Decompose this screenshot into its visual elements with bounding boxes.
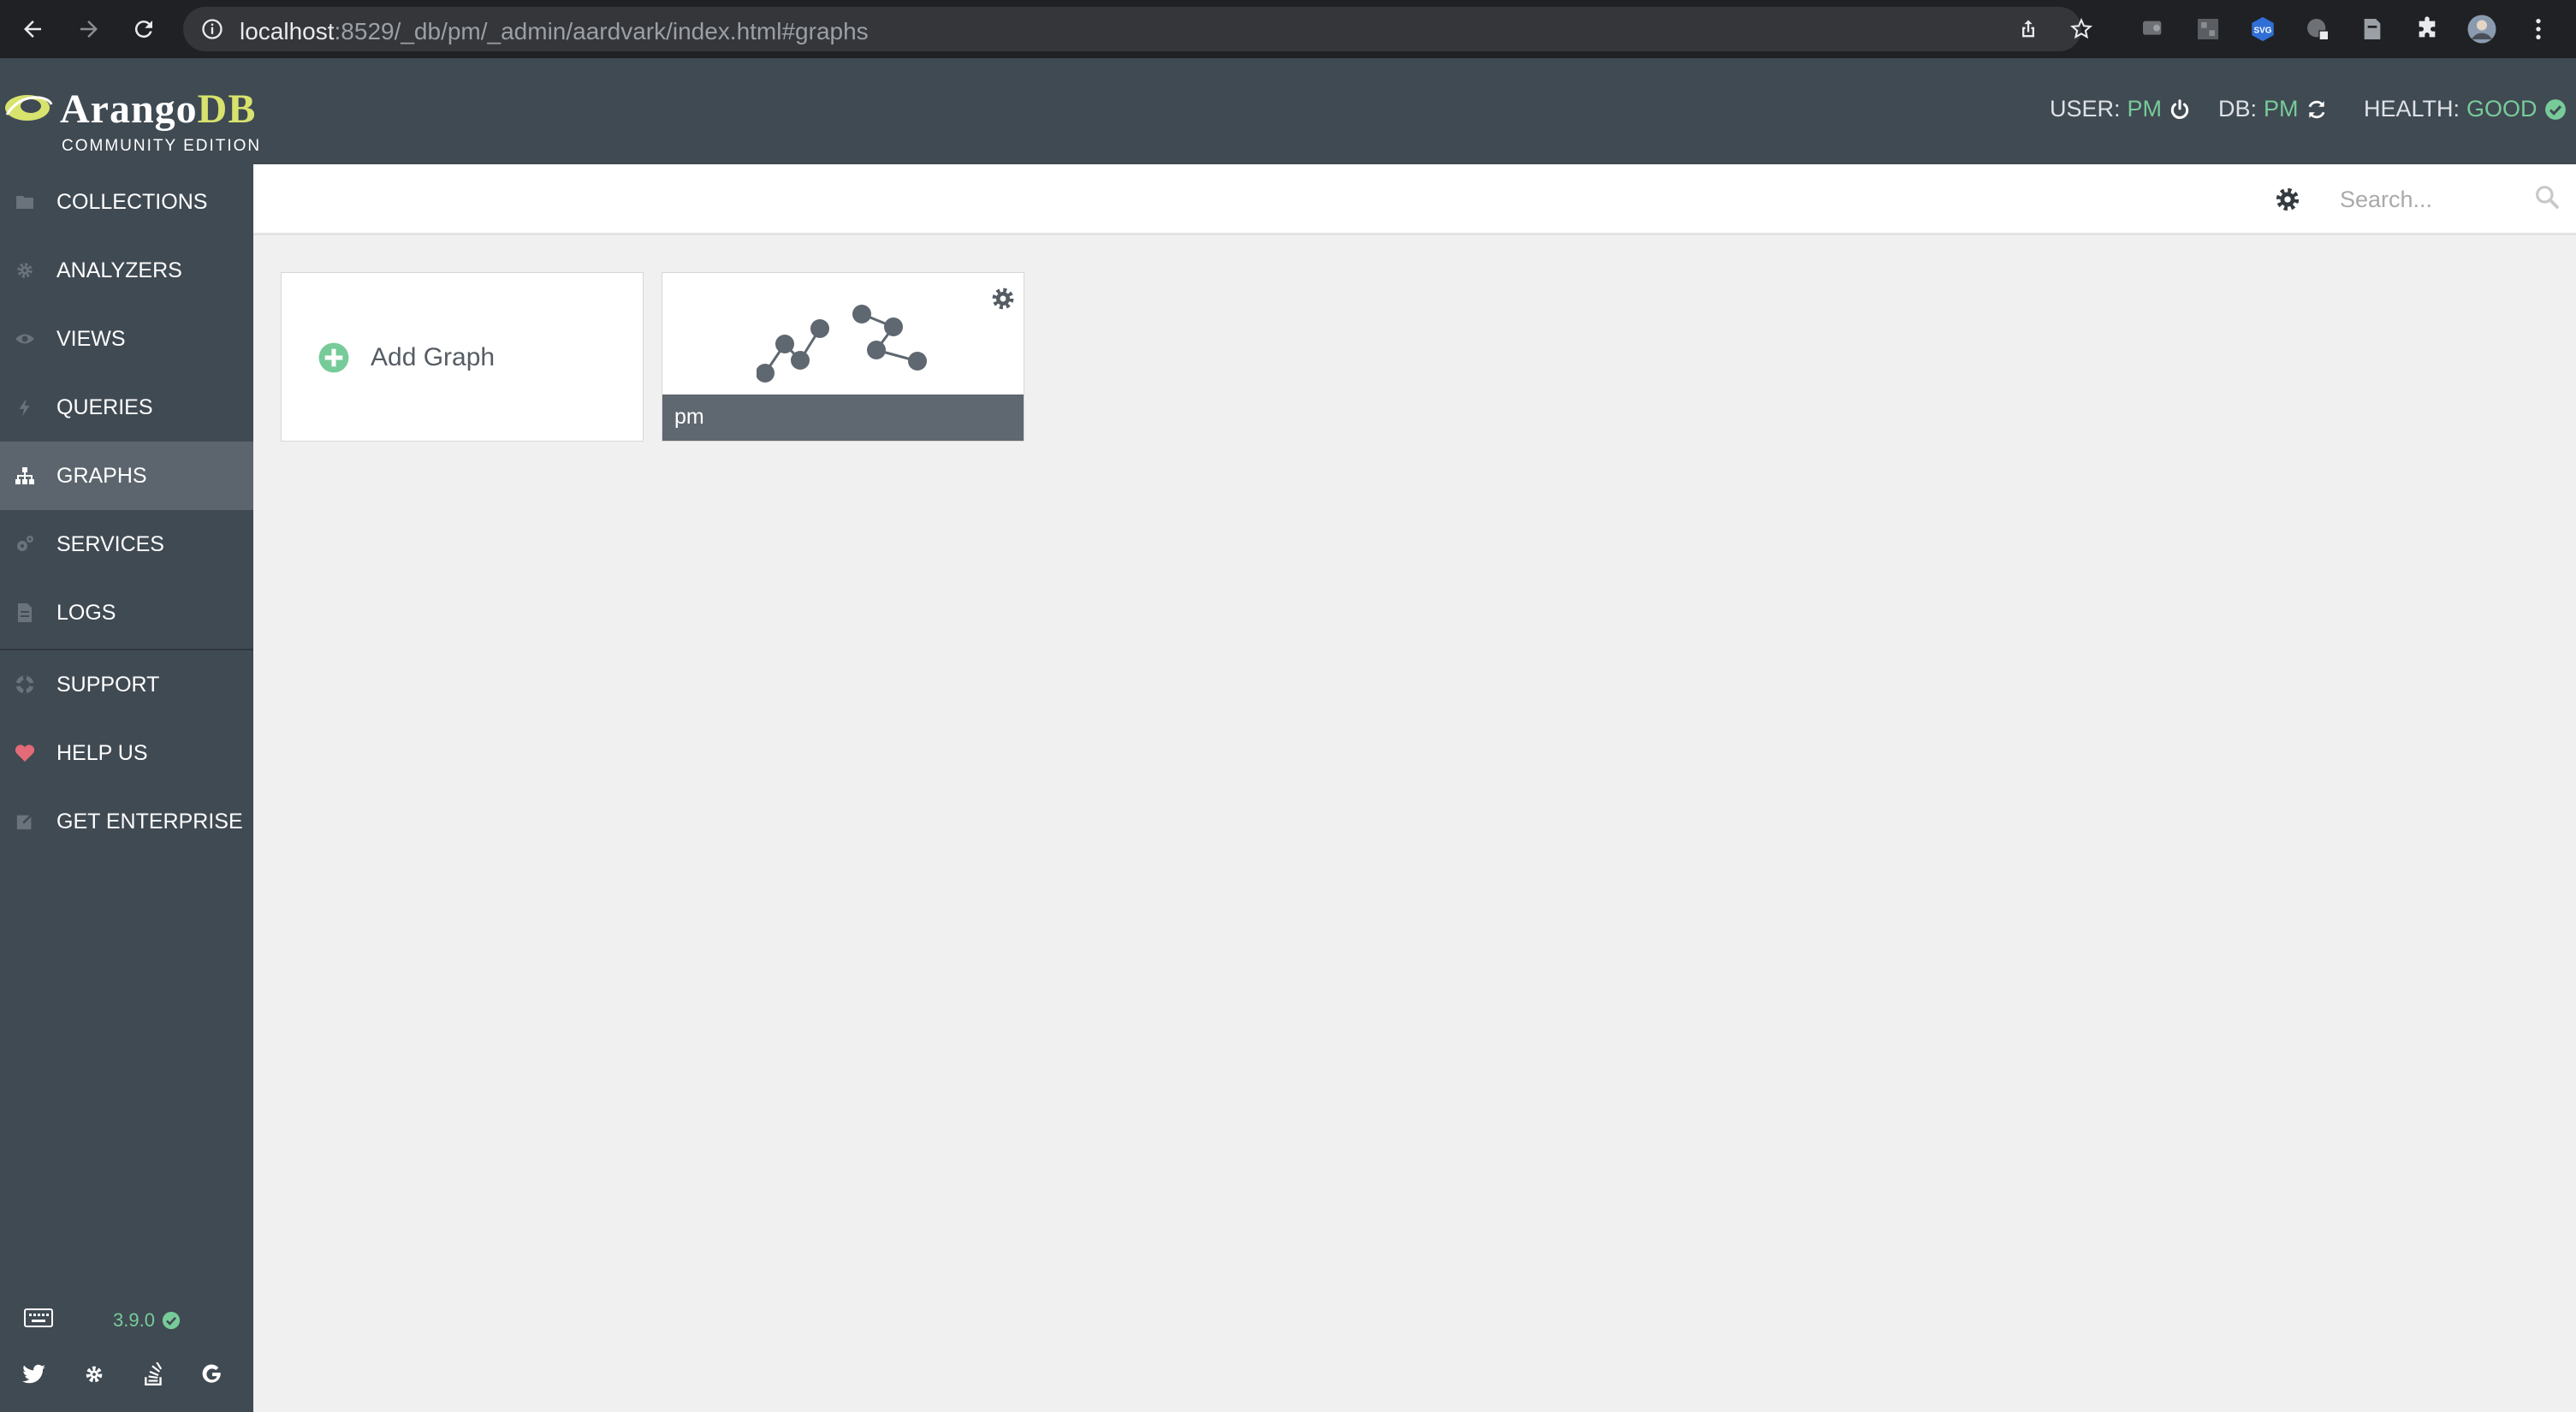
sidebar-item-label: GRAPHS [56,463,147,488]
cogs-icon [14,533,36,555]
user-status[interactable]: USER: PM [2050,96,2191,122]
sidebar-item-analyzers[interactable]: ANALYZERS [0,236,253,305]
sidebar-item-label: GET ENTERPRISE [56,809,243,834]
sidebar-item-help-us[interactable]: HELP US [0,719,253,787]
search-input[interactable] [2338,181,2538,217]
eye-icon [14,328,36,350]
check-circle-icon [162,1311,181,1330]
google-icon[interactable] [197,1359,228,1390]
kebab-menu-icon[interactable] [2523,14,2554,44]
add-graph-label: Add Graph [371,343,496,371]
keyboard-icon[interactable] [24,1308,53,1328]
sidebar-item-logs[interactable]: LOGS [0,578,253,647]
db-value: PM [2264,96,2299,122]
star-icon[interactable] [2069,17,2093,41]
sidebar-item-label: VIEWS [56,326,126,351]
sidebar-item-label: ANALYZERS [56,258,182,282]
external-link-icon [14,810,36,833]
db-label: DB: [2218,96,2258,122]
sidebar-item-services[interactable]: SERVICES [0,510,253,578]
extension-icon[interactable] [2138,14,2169,44]
extension-icon[interactable] [2302,14,2333,44]
graph-name: pm [674,405,704,429]
edition-label: COMMUNITY EDITION [62,137,262,155]
sidebar-item-support[interactable]: SUPPORT [0,650,253,719]
life-ring-icon [14,673,36,696]
url-path: :8529/_db/pm/_admin/aardvark/index.html#… [334,18,869,44]
app-header: ArangoDB COMMUNITY EDITION USER: PM DB: … [0,58,2576,164]
user-label: USER: [2050,96,2121,122]
sidebar-item-label: LOGS [56,600,116,625]
sidebar-item-queries[interactable]: QUERIES [0,373,253,442]
back-icon[interactable] [15,12,50,46]
sidebar-item-get-enterprise[interactable]: GET ENTERPRISE [0,787,253,856]
sidebar-item-label: SUPPORT [56,672,160,697]
puzzle-icon[interactable] [2412,14,2442,44]
version-badge: 3.9.0 [113,1309,181,1332]
file-icon [14,602,36,624]
sidebar-item-graphs[interactable]: GRAPHS [0,442,253,510]
plus-circle-icon [318,341,350,374]
browser-toolbar: localhost:8529/_db/pm/_admin/aardvark/in… [0,0,2576,60]
slack-icon[interactable] [79,1359,110,1390]
arangodb-logo-icon[interactable] [2,87,56,125]
url-host: localhost [240,18,335,44]
profile-avatar[interactable] [2466,14,2497,44]
stack-overflow-icon[interactable] [139,1359,169,1390]
sidebar: COLLECTIONS ANALYZERS VIEWS QUERIES GRAP… [0,164,253,1412]
version-text: 3.9.0 [113,1309,155,1331]
address-bar[interactable]: localhost:8529/_db/pm/_admin/aardvark/in… [183,7,2093,51]
health-status: HEALTH: GOOD [2364,96,2567,122]
db-status[interactable]: DB: PM [2218,96,2328,122]
settings-gear-icon[interactable] [2273,185,2302,214]
cog-icon [14,259,36,282]
heart-icon [14,742,36,764]
graph-tile-footer: pm [662,395,1024,441]
info-icon[interactable] [200,17,224,41]
power-icon[interactable] [2169,98,2191,121]
user-value: PM [2127,96,2163,122]
refresh-icon[interactable] [2306,98,2328,121]
check-circle-icon [2544,98,2567,121]
sidebar-item-label: COLLECTIONS [56,189,208,214]
reload-icon[interactable] [127,12,161,46]
sidebar-item-views[interactable]: VIEWS [0,305,253,373]
graph-network-icon [756,285,945,388]
share-icon[interactable] [2016,17,2040,41]
svg-extension-label: SVG [2254,26,2272,35]
twitter-icon[interactable] [19,1359,50,1390]
svg-extension-icon[interactable]: SVG [2247,14,2278,44]
logo-text[interactable]: ArangoDB [60,86,256,133]
forward-icon[interactable] [72,12,106,46]
sitemap-icon [14,465,36,487]
add-graph-tile[interactable]: Add Graph [281,272,644,442]
folder-icon [14,191,36,213]
logo-accent: DB [197,86,257,132]
sidebar-item-label: SERVICES [56,531,164,556]
extension-icon[interactable] [2357,14,2388,44]
content-toolbar [253,164,2576,235]
health-value: GOOD [2466,96,2537,122]
extension-icon[interactable] [2193,14,2223,44]
sidebar-item-collections[interactable]: COLLECTIONS [0,168,253,236]
sidebar-item-label: HELP US [56,740,148,765]
bolt-icon [14,396,36,418]
graph-settings-icon[interactable] [989,285,1017,312]
health-label: HEALTH: [2364,96,2460,122]
url-text: localhost:8529/_db/pm/_admin/aardvark/in… [240,18,869,45]
sidebar-item-label: QUERIES [56,395,153,419]
graph-tile[interactable]: pm [662,272,1024,442]
logo-main: Arango [60,86,198,132]
